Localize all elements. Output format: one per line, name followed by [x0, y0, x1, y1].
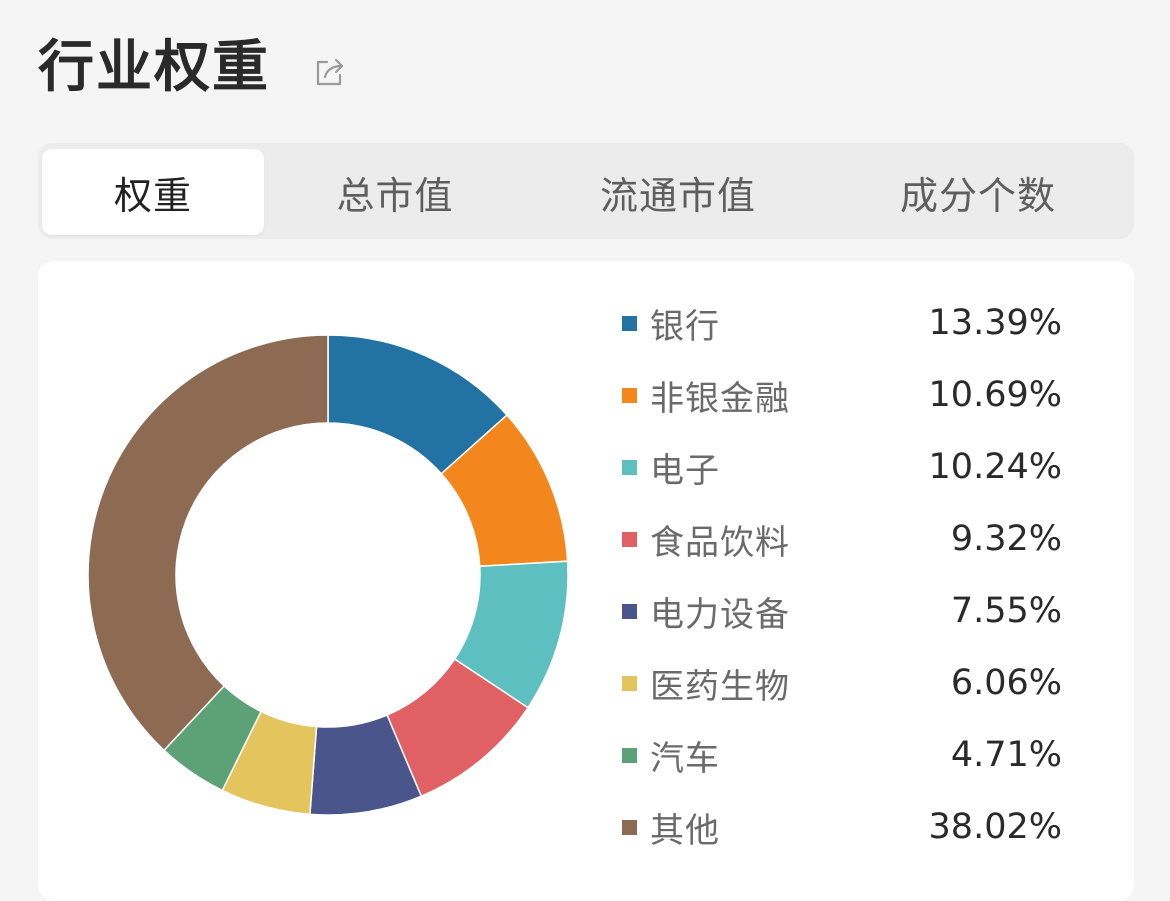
- legend-value: 7.55%: [950, 591, 1062, 631]
- legend-label: 汽车: [650, 738, 720, 779]
- chart-card: 银行 13.39% 非银金融 10.69% 电子 10.24% 食品饮料 9.32% 电力设备 7…: [38, 261, 1134, 901]
- legend-value: 10.69%: [928, 375, 1062, 415]
- legend-item[interactable]: 医药生物 6.06%: [622, 647, 1062, 719]
- legend-item[interactable]: 非银金融 10.69%: [622, 359, 1062, 431]
- legend-label: 医药生物: [650, 666, 790, 707]
- legend-item[interactable]: 其他 38.02%: [622, 791, 1062, 863]
- legend-swatch: [622, 603, 637, 619]
- tab-constituent-count[interactable]: 成分个数: [858, 149, 1098, 235]
- legend-swatch: [622, 819, 637, 835]
- legend: 银行 13.39% 非银金融 10.69% 电子 10.24% 食品饮料 9.32% 电力设备 7…: [622, 287, 1062, 863]
- tab-total-market-value[interactable]: 总市值: [280, 149, 510, 235]
- legend-value: 4.71%: [950, 735, 1062, 775]
- legend-swatch: [622, 315, 637, 331]
- tab-float-market-value[interactable]: 流通市值: [558, 149, 798, 235]
- legend-value: 9.32%: [950, 519, 1062, 559]
- legend-label: 食品饮料: [650, 522, 790, 563]
- legend-label: 电子: [650, 450, 720, 491]
- legend-swatch: [622, 675, 637, 691]
- legend-item[interactable]: 电子 10.24%: [622, 431, 1062, 503]
- legend-value: 13.39%: [928, 303, 1062, 343]
- legend-value: 10.24%: [928, 447, 1062, 487]
- donut-slice-7[interactable]: [88, 335, 329, 752]
- share-icon[interactable]: [312, 54, 348, 90]
- legend-value: 38.02%: [928, 807, 1062, 847]
- donut-chart: [88, 335, 568, 815]
- legend-swatch: [622, 387, 637, 403]
- legend-swatch: [622, 459, 637, 475]
- legend-value: 6.06%: [950, 663, 1062, 703]
- legend-swatch: [622, 747, 637, 763]
- legend-label: 银行: [650, 306, 720, 347]
- legend-item[interactable]: 银行 13.39%: [622, 287, 1062, 359]
- legend-swatch: [622, 531, 637, 547]
- legend-item[interactable]: 电力设备 7.55%: [622, 575, 1062, 647]
- legend-label: 其他: [650, 810, 720, 851]
- legend-label: 非银金融: [650, 378, 790, 419]
- legend-label: 电力设备: [650, 594, 790, 635]
- legend-item[interactable]: 汽车 4.71%: [622, 719, 1062, 791]
- legend-item[interactable]: 食品饮料 9.32%: [622, 503, 1062, 575]
- tab-weight[interactable]: 权重: [42, 149, 264, 235]
- page-title: 行业权重: [38, 35, 270, 100]
- header: 行业权重: [38, 28, 348, 108]
- tab-bar: 权重 总市值 流通市值 成分个数: [38, 143, 1134, 239]
